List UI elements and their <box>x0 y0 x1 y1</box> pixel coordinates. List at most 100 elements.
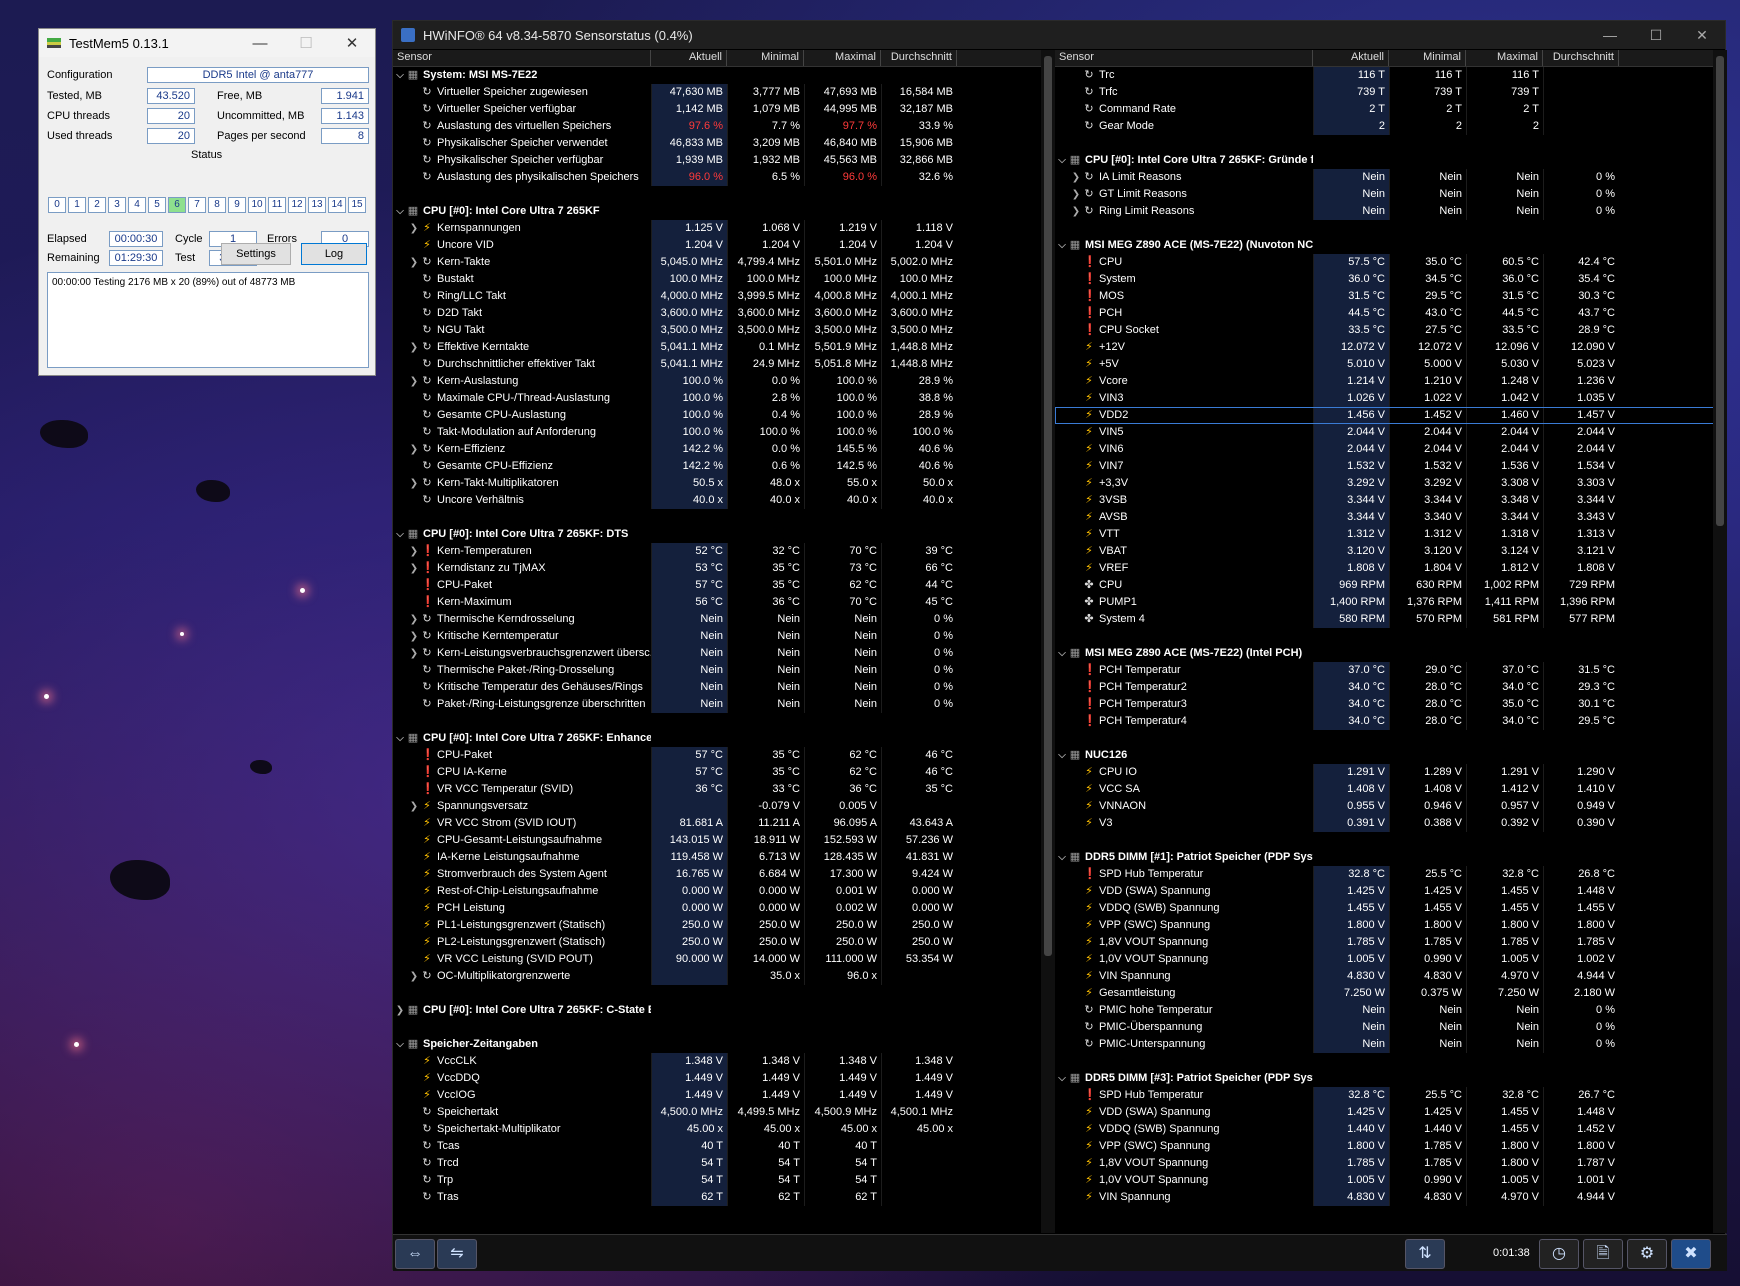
chevron-down-icon[interactable]: ⌵ <box>393 526 407 543</box>
sensor-row[interactable]: ✤ PUMP1 1,400 RPM 1,376 RPM 1,411 RPM 1,396 R… <box>1055 594 1727 611</box>
sensor-group-row[interactable]: ⌵ ▦ CPU [#0]: Intel Core Ultra 7 265KF: En… <box>393 730 1053 747</box>
sensor-row[interactable]: ↻ Durchschnittlicher effektiver Takt 5,041… <box>393 356 1053 373</box>
chevron-right-icon[interactable]: ❯ <box>1069 203 1083 220</box>
close-button[interactable]: ✕ <box>1679 27 1725 44</box>
sensor-group-row[interactable]: ⌵ ▦ CPU [#0]: Intel Core Ultra 7 265KF: DT… <box>393 526 1053 543</box>
sensor-row[interactable]: ↻ Command Rate 2 T2 T2 T <box>1055 101 1727 118</box>
column-header[interactable]: Minimal <box>1389 50 1466 66</box>
sensor-row[interactable]: ⚡ AVSB 3.344 V 3.340 V 3.344 V 3.343 V <box>1055 509 1727 526</box>
sensor-table-left[interactable]: Sensor Aktuell Minimal Maximal Durchschnitt ⌵… <box>393 50 1053 1233</box>
chevron-down-icon[interactable]: ⌵ <box>393 1036 407 1053</box>
close-sensors-button[interactable]: ✖ <box>1671 1239 1711 1269</box>
sensor-row[interactable]: ↻ Speichertakt 4,500.0 MHz 4,499.5 MHz 4,500… <box>393 1104 1053 1121</box>
hwinfo-window[interactable]: HWiNFO® 64 v8.34-5870 Sensorstatus (0.4%… <box>392 20 1727 1271</box>
sensor-row[interactable]: ⚡ VCC SA 1.408 V 1.408 V 1.412 V 1.410 V <box>1055 781 1727 798</box>
sensor-row[interactable]: ❗ PCH Temperatur3 34.0 °C 28.0 °C 35.0 °C 30.… <box>1055 696 1727 713</box>
sensor-row[interactable]: ⚡ 1,0V VOUT Spannung 1.005 V 0.990 V 1.005 V… <box>1055 951 1727 968</box>
sensor-row[interactable]: ❗ Kern-Maximum 56 °C 36 °C 70 °C 45 °C <box>393 594 1053 611</box>
sensor-row[interactable]: ❗ PCH Temperatur2 34.0 °C 28.0 °C 34.0 °C 29.… <box>1055 679 1727 696</box>
network-button[interactable]: ⇅ <box>1405 1239 1445 1269</box>
sensor-row[interactable]: ↻ PMIC-Unterspannung Nein Nein Nein 0 % <box>1055 1036 1727 1053</box>
chevron-down-icon[interactable]: ⌵ <box>1055 152 1069 169</box>
sensor-group-row[interactable]: ⌵ ▦ NUC126 <box>1055 747 1727 764</box>
chevron-right-icon[interactable]: ❯ <box>407 798 421 815</box>
minimize-button[interactable]: — <box>1587 27 1633 43</box>
chevron-right-icon[interactable]: ❯ <box>407 220 421 237</box>
sensor-row[interactable]: ❗ PCH 44.5 °C 43.0 °C 44.5 °C 43.7 °C <box>1055 305 1727 322</box>
sensor-row[interactable]: ⚡ VBAT 3.120 V 3.120 V 3.124 V 3.121 V <box>1055 543 1727 560</box>
sensor-row[interactable]: ↻ Trp 54 T 54 T 54 T <box>393 1172 1053 1189</box>
sensor-row[interactable]: ❯ ↻ IA Limit Reasons Nein Nein Nein 0 % <box>1055 169 1727 186</box>
sensor-row[interactable]: ⚡ 3VSB 3.344 V 3.344 V 3.348 V 3.344 V <box>1055 492 1727 509</box>
sensor-row[interactable]: ⚡ 1,8V VOUT Spannung 1.785 V 1.785 V 1.785 V… <box>1055 934 1727 951</box>
testmem-window[interactable]: TestMem5 0.13.1 — ☐ ✕ Configuration DDR5… <box>38 28 376 376</box>
log-button[interactable]: Log <box>301 243 367 265</box>
sensor-row[interactable]: ⚡ CPU-Gesamt-Leistungsaufnahme 143.015 W 18… <box>393 832 1053 849</box>
sensor-row[interactable]: ❯ ↻ OC-Multiplikatorgrenzwerte 35.0 x 96.0 x <box>393 968 1053 985</box>
sensor-row[interactable]: ⚡ Uncore VID 1.204 V 1.204 V 1.204 V 1.204 V <box>393 237 1053 254</box>
sensor-row[interactable]: ⚡ VDD (SWA) Spannung 1.425 V 1.425 V 1.455 V… <box>1055 1104 1727 1121</box>
column-header[interactable]: Aktuell <box>651 50 727 66</box>
clock-button[interactable]: ◷ <box>1539 1239 1579 1269</box>
sensor-row[interactable]: ⚡ IA-Kerne Leistungsaufnahme 119.458 W 6.71… <box>393 849 1053 866</box>
chevron-right-icon[interactable]: ❯ <box>407 645 421 662</box>
sensor-row[interactable]: ❗ PCH Temperatur4 34.0 °C 28.0 °C 34.0 °C 29.… <box>1055 713 1727 730</box>
sensor-row[interactable]: ↻ Trfc 739 T 739 T 739 T <box>1055 84 1727 101</box>
chevron-right-icon[interactable]: ❯ <box>407 373 421 390</box>
sensor-group-row[interactable]: ⌵ ▦ CPU [#0]: Intel Core Ultra 7 265KF: Gr… <box>1055 152 1727 169</box>
sensor-row[interactable]: ❗ CPU-Paket 57 °C 35 °C 62 °C 44 °C <box>393 577 1053 594</box>
sensor-row[interactable]: ⚡ VIN5 2.044 V 2.044 V 2.044 V 2.044 V <box>1055 424 1727 441</box>
chevron-down-icon[interactable]: ⌵ <box>1055 849 1069 866</box>
report-button[interactable]: 🗎 <box>1583 1239 1623 1269</box>
sensor-row[interactable]: ❗ SPD Hub Temperatur 32.8 °C 25.5 °C 32.8 °C… <box>1055 1087 1727 1104</box>
sensor-row[interactable]: ❯ ↻ Ring Limit Reasons Nein Nein Nein 0 % <box>1055 203 1727 220</box>
chevron-right-icon[interactable]: ❯ <box>1069 169 1083 186</box>
sensor-row[interactable]: ↻ Paket-/Ring-Leistungsgrenze überschritt… <box>393 696 1053 713</box>
sensor-row[interactable]: ⚡ VIN7 1.532 V 1.532 V 1.536 V 1.534 V <box>1055 458 1727 475</box>
sensor-row[interactable]: ❯ ↻ Kern-Takte 5,045.0 MHz 4,799.4 MHz 5,501.… <box>393 254 1053 271</box>
testmem-titlebar[interactable]: TestMem5 0.13.1 — ☐ ✕ <box>39 29 375 57</box>
sensor-row[interactable]: ❗ CPU IA-Kerne 57 °C 35 °C 62 °C 46 °C <box>393 764 1053 781</box>
sensor-row[interactable]: ⚡ Vcore 1.214 V 1.210 V 1.248 V 1.236 V <box>1055 373 1727 390</box>
sensor-row[interactable]: ↻ PMIC-Überspannung Nein Nein Nein 0 % <box>1055 1019 1727 1036</box>
sensor-row[interactable]: ❯ ↻ Thermische Kerndrosselung Nein Nein Nein 0… <box>393 611 1053 628</box>
sensor-group-row[interactable]: ⌵ ▦ MSI MEG Z890 ACE (MS-7E22) (Nuvoton NC… <box>1055 237 1727 254</box>
sensor-row[interactable]: ↻ Virtueller Speicher verfügbar 1,142 MB 1,… <box>393 101 1053 118</box>
sensor-row[interactable]: ⚡ PCH Leistung 0.000 W 0.000 W 0.002 W 0.000 … <box>393 900 1053 917</box>
sensor-row[interactable]: ⚡ Rest-of-Chip-Leistungsaufnahme 0.000 W 0.… <box>393 883 1053 900</box>
sensor-row[interactable]: ❯ ↻ GT Limit Reasons Nein Nein Nein 0 % <box>1055 186 1727 203</box>
sensor-row[interactable]: ↻ Gesamte CPU-Effizienz 142.2 % 0.6 % 142.5 … <box>393 458 1053 475</box>
sensor-row[interactable]: ❯ ❗ Kerndistanz zu TjMAX 53 °C 35 °C 73 °C 66 … <box>393 560 1053 577</box>
sensor-row[interactable]: ⚡ +5V 5.010 V 5.000 V 5.030 V 5.023 V <box>1055 356 1727 373</box>
sensor-row[interactable]: ↻ Tcas 40 T 40 T 40 T <box>393 1138 1053 1155</box>
chevron-down-icon[interactable]: ⌵ <box>1055 747 1069 764</box>
sensor-row[interactable]: ✤ System 4 580 RPM 570 RPM 581 RPM 577 RPM <box>1055 611 1727 628</box>
sensor-group-row[interactable]: ⌵ ▦ DDR5 DIMM [#1]: Patriot Speicher (PDP … <box>1055 849 1727 866</box>
sensor-row[interactable]: ↻ PMIC hohe Temperatur Nein Nein Nein 0 % <box>1055 1002 1727 1019</box>
chevron-right-icon[interactable]: ❯ <box>407 968 421 985</box>
sensor-row[interactable]: ❗ CPU 57.5 °C 35.0 °C 60.5 °C 42.4 °C <box>1055 254 1727 271</box>
column-header[interactable]: Aktuell <box>1313 50 1389 66</box>
minimize-button[interactable]: — <box>237 35 283 52</box>
chevron-down-icon[interactable]: ⌵ <box>393 67 407 84</box>
sensor-row[interactable]: ↻ Gear Mode 2 2 2 <box>1055 118 1727 135</box>
sensor-row[interactable]: ↻ D2D Takt 3,600.0 MHz 3,600.0 MHz 3,600.0 M… <box>393 305 1053 322</box>
sensor-row[interactable]: ↻ Auslastung des physikalischen Speichers… <box>393 169 1053 186</box>
sensor-row[interactable]: ⚡ PL1-Leistungsgrenzwert (Statisch) 250.0 … <box>393 917 1053 934</box>
maximize-button[interactable]: ☐ <box>283 34 329 52</box>
sensor-row[interactable]: ⚡ PL2-Leistungsgrenzwert (Statisch) 250.0 … <box>393 934 1053 951</box>
sensor-row[interactable]: ❯ ❗ Kern-Temperaturen 52 °C 32 °C 70 °C 39 °C <box>393 543 1053 560</box>
chevron-right-icon[interactable]: ❯ <box>393 1002 407 1019</box>
log-output[interactable]: 00:00:00 Testing 2176 MB x 20 (89%) out … <box>47 272 369 368</box>
sensor-row[interactable]: ⚡ VIN Spannung 4.830 V 4.830 V 4.970 V 4.944 … <box>1055 968 1727 985</box>
chevron-right-icon[interactable]: ❯ <box>1069 186 1083 203</box>
sensor-table-right[interactable]: Sensor Aktuell Minimal Maximal Durchschnitt ↻… <box>1055 50 1727 1233</box>
sensor-row[interactable]: ↻ NGU Takt 3,500.0 MHz 3,500.0 MHz 3,500.0 M… <box>393 322 1053 339</box>
sensor-row[interactable]: ↻ Ring/LLC Takt 4,000.0 MHz 3,999.5 MHz 4,00… <box>393 288 1053 305</box>
column-header[interactable]: Sensor <box>393 50 651 66</box>
sensor-row[interactable]: ⚡ VPP (SWC) Spannung 1.800 V 1.785 V 1.800 V… <box>1055 1138 1727 1155</box>
sensor-row[interactable]: ⚡ VDD (SWA) Spannung 1.425 V 1.425 V 1.455 V… <box>1055 883 1727 900</box>
sensor-row[interactable]: ⚡ +3,3V 3.292 V 3.292 V 3.308 V 3.303 V <box>1055 475 1727 492</box>
chevron-right-icon[interactable]: ❯ <box>407 611 421 628</box>
column-header[interactable]: Maximal <box>804 50 881 66</box>
